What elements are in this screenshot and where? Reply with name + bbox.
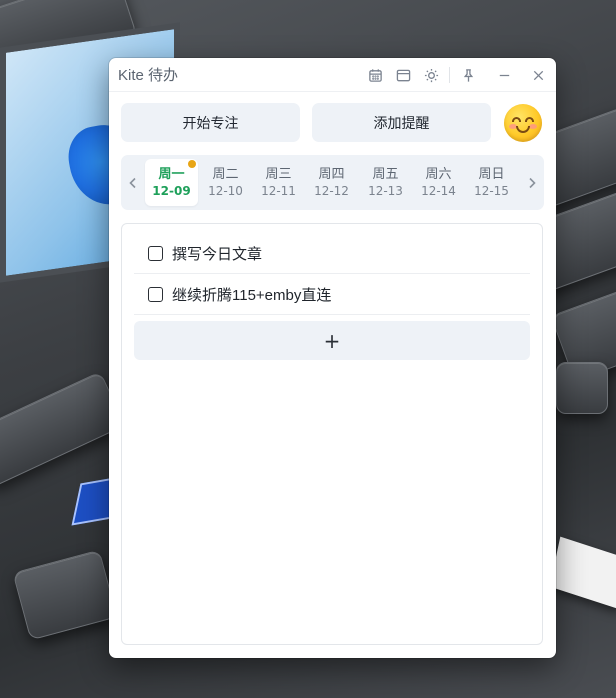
day-date: 12-14 [421, 183, 456, 198]
pin-button[interactable] [454, 61, 482, 89]
avatar-eye [525, 117, 534, 122]
day-date: 12-10 [208, 183, 243, 198]
day-date: 12-12 [314, 183, 349, 198]
minimize-icon [499, 74, 509, 76]
window-mode-button[interactable] [389, 61, 417, 89]
pin-icon [463, 68, 473, 82]
chevron-right-icon [529, 177, 536, 188]
wallpaper-key [0, 371, 126, 489]
avatar-blush [529, 124, 537, 129]
previous-week-button[interactable] [123, 155, 143, 210]
day-wed[interactable]: 周三 12-11 [252, 159, 305, 206]
day-name: 周日 [478, 166, 505, 182]
next-week-button[interactable] [522, 155, 542, 210]
day-name: 周三 [265, 166, 292, 182]
day-fri[interactable]: 周五 12-13 [359, 159, 412, 206]
todo-item[interactable]: 继续折腾115+emby直连 [134, 275, 530, 315]
smiling-face-avatar[interactable] [504, 104, 542, 142]
start-focus-button[interactable]: 开始专注 [121, 103, 300, 142]
day-name: 周一 [158, 166, 185, 182]
title-bar[interactable]: Kite 待办 [109, 58, 556, 92]
day-date: 12-09 [152, 183, 191, 198]
day-name: 周五 [372, 166, 399, 182]
day-name: 周六 [425, 166, 452, 182]
wallpaper-key [556, 362, 608, 414]
sun-icon [424, 68, 438, 82]
week-selector: 周一 12-09 周二 12-10 周三 12-11 周四 12-12 周五 1… [121, 155, 544, 210]
todo-list: 撰写今日文章 继续折腾115+emby直连 + [121, 223, 543, 645]
day-sat[interactable]: 周六 12-14 [412, 159, 465, 206]
day-date: 12-15 [474, 183, 509, 198]
day-tue[interactable]: 周二 12-10 [199, 159, 252, 206]
action-row: 开始专注 添加提醒 [121, 103, 546, 143]
add-todo-button[interactable]: + [134, 321, 530, 360]
todo-text: 继续折腾115+emby直连 [172, 287, 332, 304]
day-date: 12-13 [368, 183, 403, 198]
close-button[interactable] [524, 61, 552, 89]
day-name: 周二 [212, 166, 239, 182]
title-controls [361, 58, 556, 92]
todo-checkbox[interactable] [148, 246, 163, 261]
day-date: 12-11 [261, 183, 296, 198]
day-thu[interactable]: 周四 12-12 [305, 159, 358, 206]
day-sun[interactable]: 周日 12-15 [465, 159, 518, 206]
app-title: Kite 待办 [118, 67, 179, 84]
wallpaper-key [12, 549, 118, 641]
title-separator [449, 67, 450, 83]
avatar-mouth [516, 126, 530, 133]
todo-text: 撰写今日文章 [172, 246, 263, 263]
has-tasks-dot [188, 160, 196, 168]
day-mon[interactable]: 周一 12-09 [145, 159, 198, 206]
calendar-button[interactable] [361, 61, 389, 89]
calendar-icon [368, 68, 382, 82]
window-icon [396, 69, 410, 81]
todo-item[interactable]: 撰写今日文章 [134, 234, 530, 274]
chevron-left-icon [129, 177, 136, 188]
minimize-button[interactable] [490, 61, 518, 89]
day-name: 周四 [318, 166, 345, 182]
app-window: Kite 待办 开始专注 添加提醒 周一 12-09 周二 12-10 周三 1… [109, 58, 556, 658]
close-icon [533, 70, 543, 80]
add-reminder-button[interactable]: 添加提醒 [312, 103, 491, 142]
todo-checkbox[interactable] [148, 287, 163, 302]
avatar-eye [512, 117, 521, 122]
theme-button[interactable] [417, 61, 445, 89]
wallpaper-block [549, 536, 616, 610]
